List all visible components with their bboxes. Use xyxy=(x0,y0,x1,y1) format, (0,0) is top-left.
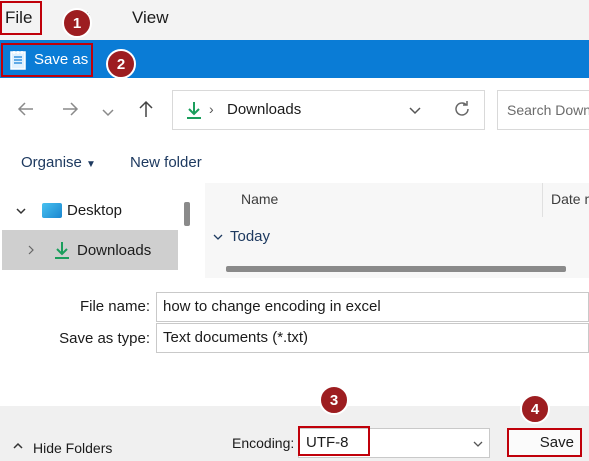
tree-item-downloads: Downloads xyxy=(77,242,152,259)
refresh-icon[interactable] xyxy=(452,99,472,124)
dialog-title: Save as xyxy=(34,51,89,68)
step-badge-3: 3 xyxy=(319,385,349,415)
desktop-folder-icon xyxy=(42,203,62,218)
save-as-type-select[interactable]: Text documents (*.txt) xyxy=(156,323,589,353)
download-icon xyxy=(185,100,203,125)
menu-view[interactable]: View xyxy=(132,8,169,28)
address-dropdown-icon[interactable] xyxy=(408,103,422,122)
notepad-icon xyxy=(10,50,26,70)
back-arrow-icon[interactable] xyxy=(16,99,36,125)
tree-item-desktop[interactable]: Desktop xyxy=(67,202,122,219)
group-today[interactable]: Today xyxy=(230,228,270,245)
file-name-input[interactable]: how to change encoding in excel xyxy=(156,292,589,322)
encoding-value: UTF-8 xyxy=(306,434,349,451)
chevron-down-icon[interactable] xyxy=(101,102,115,125)
breadcrumb-separator-icon: › xyxy=(209,101,214,117)
address-bar[interactable] xyxy=(172,90,485,130)
search-placeholder: Search Down xyxy=(507,102,589,118)
encoding-label: Encoding: xyxy=(232,435,295,451)
breadcrumb-downloads[interactable]: Downloads xyxy=(227,101,301,118)
column-divider[interactable] xyxy=(542,183,543,217)
step-badge-2: 2 xyxy=(106,49,136,79)
file-name-label: File name: xyxy=(79,298,150,315)
save-as-type-label: Save as type: xyxy=(59,330,150,347)
organise-label: Organise xyxy=(21,154,82,171)
expand-desktop-chevron-icon[interactable] xyxy=(15,204,27,222)
forward-arrow-icon[interactable] xyxy=(60,99,80,125)
encoding-dropdown-icon[interactable] xyxy=(472,437,484,455)
new-folder-button[interactable]: New folder xyxy=(130,154,202,171)
group-collapse-chevron-icon[interactable] xyxy=(212,230,224,248)
caret-down-icon: ▼ xyxy=(86,159,96,170)
column-name-header[interactable]: Name xyxy=(241,191,278,207)
vertical-scrollbar[interactable] xyxy=(184,202,190,226)
downloads-tree-icon xyxy=(54,241,70,265)
file-menu-highlight xyxy=(0,1,42,35)
step-badge-4: 4 xyxy=(520,394,550,424)
horizontal-scrollbar[interactable] xyxy=(226,266,566,272)
hide-folders-button[interactable]: Hide Folders xyxy=(33,440,112,456)
column-date-header[interactable]: Date m xyxy=(551,191,589,207)
up-arrow-icon[interactable] xyxy=(136,99,156,125)
chevron-up-icon[interactable] xyxy=(12,439,24,457)
organise-button[interactable]: Organise ▼ xyxy=(21,154,96,171)
save-button[interactable]: Save xyxy=(507,428,582,457)
expand-downloads-chevron-icon[interactable] xyxy=(26,243,36,261)
step-badge-1: 1 xyxy=(62,8,92,38)
